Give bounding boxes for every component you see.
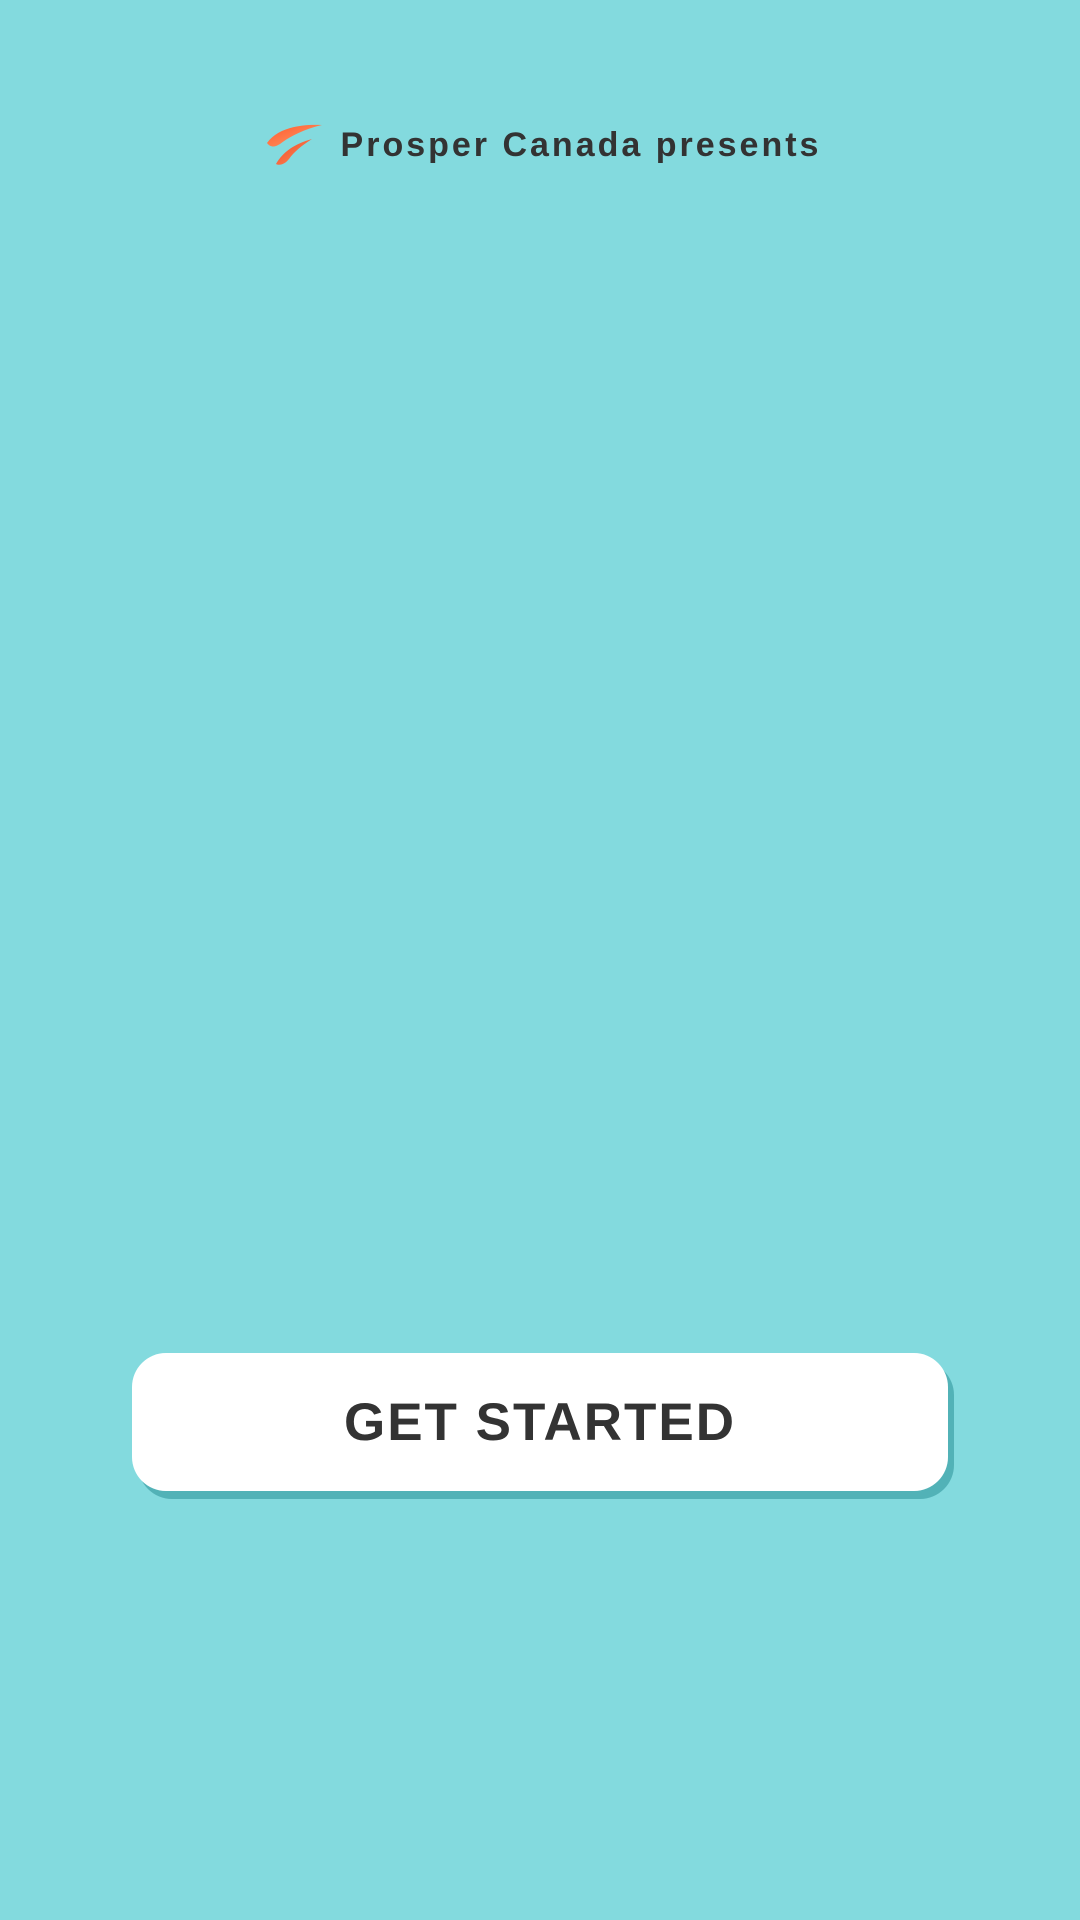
brand-title: Prosper Canada presents bbox=[340, 126, 822, 164]
welcome-screen: Prosper Canada presents GET STARTED bbox=[0, 0, 1080, 1920]
brand-header: Prosper Canada presents bbox=[0, 120, 1080, 170]
prosper-canada-logo-icon bbox=[266, 124, 322, 165]
get-started-label: GET STARTED bbox=[343, 1392, 737, 1452]
get-started-button[interactable]: GET STARTED bbox=[132, 1353, 948, 1491]
